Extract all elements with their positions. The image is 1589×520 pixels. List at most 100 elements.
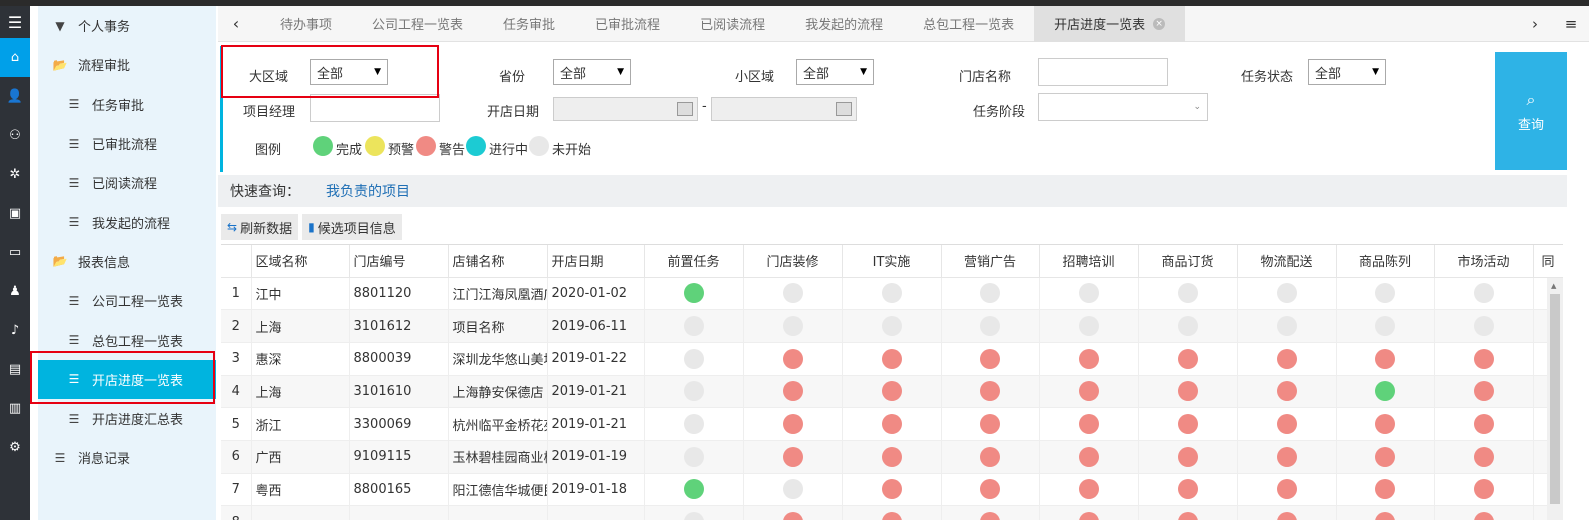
column-header[interactable]: 前置任务 xyxy=(644,245,744,278)
column-header[interactable]: 同 xyxy=(1533,245,1563,278)
status-dot[interactable] xyxy=(1177,316,1198,337)
status-dot[interactable] xyxy=(1276,512,1297,520)
column-header[interactable]: 营销广告 xyxy=(941,245,1040,278)
table-scrollbar[interactable]: ▲ xyxy=(1547,278,1563,520)
user-settings-icon[interactable]: 👤 xyxy=(0,77,30,116)
tab-prev-button[interactable]: ‹ xyxy=(218,6,254,42)
candidate-info-button[interactable]: ▮ 候选项目信息 xyxy=(302,214,402,240)
status-dot[interactable] xyxy=(980,348,1000,369)
status-dot[interactable] xyxy=(683,283,704,304)
my-projects-link[interactable]: 我负责的项目 xyxy=(326,181,410,201)
table-row[interactable]: 8 xyxy=(221,505,1563,520)
pm-input[interactable] xyxy=(310,94,440,122)
sidebar-item[interactable]: 📂 流程审批 xyxy=(38,45,216,84)
status-dot[interactable] xyxy=(1375,381,1395,402)
status-dot[interactable] xyxy=(1375,446,1395,467)
tab[interactable]: 任务审批 xyxy=(483,6,575,42)
status-dot[interactable] xyxy=(1473,446,1494,467)
status-dot[interactable] xyxy=(1177,446,1198,467)
status-dot[interactable] xyxy=(1276,446,1297,467)
status-dot[interactable] xyxy=(1177,414,1198,435)
task-stage-select[interactable]: ⌄ xyxy=(1038,93,1208,121)
province-select[interactable]: 全部 ▼ xyxy=(553,59,631,85)
status-dot[interactable] xyxy=(683,512,704,520)
status-dot[interactable] xyxy=(683,479,704,500)
gear-icon[interactable]: ⚙ xyxy=(0,428,30,467)
status-dot[interactable] xyxy=(683,446,704,467)
status-dot[interactable] xyxy=(881,446,902,467)
column-header[interactable]: 开店日期 xyxy=(547,245,645,278)
tab[interactable]: 开店进度一览表 × xyxy=(1034,5,1186,42)
status-dot[interactable] xyxy=(1473,512,1494,520)
status-dot[interactable] xyxy=(980,316,1000,337)
calendar-icon[interactable] xyxy=(677,102,693,116)
sidebar-item[interactable]: ☰ 任务审批 xyxy=(38,85,216,124)
window-icon[interactable]: ▣ xyxy=(0,194,30,233)
money-icon[interactable]: ▭ xyxy=(0,233,30,272)
status-dot[interactable] xyxy=(683,316,704,337)
subregion-select[interactable]: 全部 ▼ xyxy=(796,59,874,85)
status-dot[interactable] xyxy=(1473,283,1494,304)
status-dot[interactable] xyxy=(881,479,902,500)
status-dot[interactable] xyxy=(782,283,803,304)
store-name-input[interactable] xyxy=(1038,58,1168,86)
status-dot[interactable] xyxy=(980,283,1000,304)
status-dot[interactable] xyxy=(980,446,1000,467)
table-row[interactable]: 4 上海 3101610 上海静安保德店 2019-01-21 xyxy=(221,375,1563,409)
column-header[interactable]: 区域名称 xyxy=(251,245,350,278)
tab[interactable]: 公司工程一览表 xyxy=(352,6,483,42)
menu-icon[interactable]: ☰ xyxy=(0,6,30,38)
column-header[interactable] xyxy=(221,245,252,278)
status-dot[interactable] xyxy=(683,348,704,369)
bell-icon[interactable]: ♪ xyxy=(0,311,30,350)
status-dot[interactable] xyxy=(881,381,902,402)
table-row[interactable]: 7 粤西 8800165 阳江德信华城便民 2019-01-18 xyxy=(221,473,1563,507)
table-row[interactable]: 1 江中 8801120 江门江海凤凰酒店 2020-01-02 xyxy=(221,277,1563,311)
table-row[interactable]: 6 广西 9109115 玉林碧桂园商业楼 2019-01-19 xyxy=(221,440,1563,474)
status-dot[interactable] xyxy=(1375,316,1395,337)
status-dot[interactable] xyxy=(782,381,803,402)
status-dot[interactable] xyxy=(881,283,902,304)
tab[interactable]: 待办事项 xyxy=(260,6,352,42)
status-dot[interactable] xyxy=(1375,283,1395,304)
status-dot[interactable] xyxy=(881,512,902,520)
status-dot[interactable] xyxy=(1078,414,1099,435)
calendar-icon[interactable] xyxy=(836,102,852,116)
table-row[interactable]: 3 惠深 8800039 深圳龙华悠山美地 2019-01-22 xyxy=(221,342,1563,376)
status-dot[interactable] xyxy=(1375,512,1395,520)
status-dot[interactable] xyxy=(1078,348,1099,369)
column-header[interactable]: 物流配送 xyxy=(1237,245,1337,278)
status-dot[interactable] xyxy=(980,381,1000,402)
scrollbar-thumb[interactable] xyxy=(1550,294,1560,504)
table-row[interactable]: 5 浙江 3300069 杭州临平金桥花苑 2019-01-21 xyxy=(221,407,1563,441)
status-dot[interactable] xyxy=(782,512,803,520)
status-dot[interactable] xyxy=(1078,446,1099,467)
status-dot[interactable] xyxy=(683,381,704,402)
sidebar-item[interactable]: ☰ 已阅读流程 xyxy=(38,163,216,202)
table-row[interactable]: 2 上海 3101612 项目名称 2019-06-11 xyxy=(221,309,1563,343)
scroll-up-icon[interactable]: ▲ xyxy=(1551,282,1556,290)
status-dot[interactable] xyxy=(881,414,902,435)
status-dot[interactable] xyxy=(782,446,803,467)
refresh-button[interactable]: ⇆ 刷新数据 xyxy=(221,214,299,240)
tab[interactable]: 已审批流程 xyxy=(575,6,680,42)
status-dot[interactable] xyxy=(1177,283,1198,304)
status-dot[interactable] xyxy=(1473,479,1494,500)
status-dot[interactable] xyxy=(1276,348,1297,369)
tab-menu-icon[interactable]: ≡ xyxy=(1553,6,1589,42)
status-dot[interactable] xyxy=(1276,316,1297,337)
task-status-select[interactable]: 全部 ▼ xyxy=(1308,59,1386,85)
status-dot[interactable] xyxy=(1177,348,1198,369)
status-dot[interactable] xyxy=(683,414,704,435)
open-date-start-input[interactable] xyxy=(553,97,698,121)
column-header[interactable]: 市场活动 xyxy=(1434,245,1534,278)
status-dot[interactable] xyxy=(782,479,803,500)
status-dot[interactable] xyxy=(1375,479,1395,500)
status-dot[interactable] xyxy=(881,348,902,369)
status-dot[interactable] xyxy=(1177,381,1198,402)
home-icon[interactable]: ⌂ xyxy=(0,38,30,77)
status-dot[interactable] xyxy=(1276,479,1297,500)
tab[interactable]: 我发起的流程 xyxy=(785,6,903,42)
tab[interactable]: 已阅读流程 xyxy=(680,6,785,42)
status-dot[interactable] xyxy=(1177,512,1198,520)
